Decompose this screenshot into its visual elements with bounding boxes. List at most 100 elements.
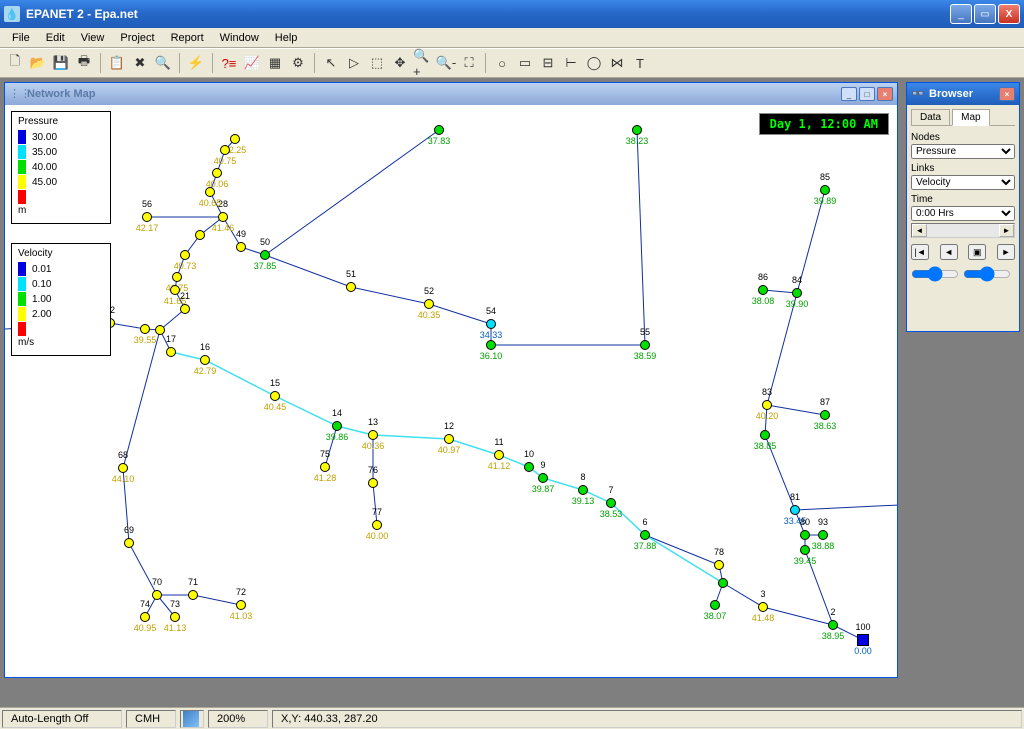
pipe-icon[interactable]: ⊢ [560, 52, 582, 74]
node-unnamed[interactable] [760, 430, 770, 440]
delete-icon[interactable]: ✖ [129, 52, 151, 74]
node-86[interactable] [758, 285, 768, 295]
tab-map[interactable]: Map [952, 109, 989, 126]
node-unnamed[interactable] [172, 272, 182, 282]
node-81[interactable] [790, 505, 800, 515]
links-combo[interactable]: Velocity [911, 175, 1015, 190]
node-28[interactable] [218, 212, 228, 222]
open-icon[interactable]: 📂 [27, 52, 49, 74]
node-77[interactable] [372, 520, 382, 530]
node-75[interactable] [320, 462, 330, 472]
map-min-button[interactable]: _ [841, 87, 857, 101]
node-54[interactable] [486, 319, 496, 329]
node-unnamed[interactable] [195, 230, 205, 240]
pressure-legend[interactable]: Pressure 30.0035.0040.0045.00 m [11, 111, 111, 224]
node-17[interactable] [166, 347, 176, 357]
node-72[interactable] [236, 600, 246, 610]
node-73[interactable] [170, 612, 180, 622]
node-unnamed[interactable] [155, 325, 165, 335]
node-10[interactable] [524, 462, 534, 472]
node-unnamed[interactable] [205, 187, 215, 197]
stop-button[interactable]: ▣ [968, 244, 986, 260]
close-button[interactable]: X [998, 4, 1020, 24]
back-button[interactable]: ◄ [940, 244, 958, 260]
node-69[interactable] [124, 538, 134, 548]
new-icon[interactable]: 🗋 [4, 52, 26, 74]
zoomout-icon[interactable]: 🔍- [435, 52, 457, 74]
map-close-button[interactable]: × [877, 87, 893, 101]
menu-report[interactable]: Report [163, 30, 212, 46]
node-unnamed[interactable] [486, 340, 496, 350]
node-8[interactable] [578, 485, 588, 495]
map-canvas[interactable]: 5642.172841.4642.2540.7540.0640.65495037… [5, 105, 897, 677]
run-icon[interactable]: ⚡ [185, 52, 207, 74]
node-74[interactable] [140, 612, 150, 622]
node-71[interactable] [188, 590, 198, 600]
speed-slider-1[interactable] [911, 266, 959, 282]
fullextent-icon[interactable]: ⛶ [458, 52, 480, 74]
node-2[interactable] [828, 620, 838, 630]
node-16[interactable] [200, 355, 210, 365]
node-52[interactable] [424, 299, 434, 309]
minimize-button[interactable]: _ [950, 4, 972, 24]
node-70[interactable] [152, 590, 162, 600]
node-83[interactable] [762, 400, 772, 410]
tab-data[interactable]: Data [911, 109, 950, 125]
copy-icon[interactable]: 📋 [106, 52, 128, 74]
node-80[interactable] [800, 530, 810, 540]
browser-titlebar[interactable]: 👓 Browser × [907, 83, 1019, 105]
node-11[interactable] [494, 450, 504, 460]
find-icon[interactable]: 🔍 [152, 52, 174, 74]
node-76[interactable] [368, 478, 378, 488]
node-85[interactable] [820, 185, 830, 195]
reservoir-icon[interactable]: ▭ [514, 52, 536, 74]
node-12[interactable] [444, 434, 454, 444]
menu-project[interactable]: Project [112, 30, 162, 46]
select-icon[interactable]: ↖ [320, 52, 342, 74]
menu-window[interactable]: Window [212, 30, 267, 46]
nodes-combo[interactable]: Pressure [911, 144, 1015, 159]
query-icon[interactable]: ?≡ [218, 52, 240, 74]
node-49[interactable] [236, 242, 246, 252]
node-unnamed[interactable] [632, 125, 642, 135]
map-max-button[interactable]: □ [859, 87, 875, 101]
save-icon[interactable]: 💾 [50, 52, 72, 74]
node-7[interactable] [606, 498, 616, 508]
scroll-right-icon[interactable]: ► [999, 224, 1014, 237]
rewind-button[interactable]: |◄ [911, 244, 929, 260]
node-78[interactable] [714, 560, 724, 570]
node-93[interactable] [818, 530, 828, 540]
label-icon[interactable]: T [629, 52, 651, 74]
node-51[interactable] [346, 282, 356, 292]
speed-slider-2[interactable] [963, 266, 1011, 282]
node-3[interactable] [758, 602, 768, 612]
pump-icon[interactable]: ◯ [583, 52, 605, 74]
menu-edit[interactable]: Edit [38, 30, 73, 46]
node-unnamed[interactable] [170, 285, 180, 295]
node-unnamed[interactable] [718, 578, 728, 588]
node-unnamed[interactable] [710, 600, 720, 610]
pan-icon[interactable]: ✥ [389, 52, 411, 74]
time-combo[interactable]: 0:00 Hrs [911, 206, 1015, 221]
node-6[interactable] [640, 530, 650, 540]
node-13[interactable] [368, 430, 378, 440]
node-unnamed[interactable] [434, 125, 444, 135]
junction-icon[interactable]: ○ [491, 52, 513, 74]
time-scrollbar[interactable]: ◄ ► [911, 223, 1015, 238]
node-unnamed[interactable] [140, 324, 150, 334]
graph-icon[interactable]: 📈 [241, 52, 263, 74]
browser-close-button[interactable]: × [999, 87, 1015, 101]
node-unnamed[interactable] [212, 168, 222, 178]
node-14[interactable] [332, 421, 342, 431]
node-unnamed[interactable] [180, 250, 190, 260]
print-icon[interactable]: 🖶 [73, 52, 95, 74]
zoomin-icon[interactable]: 🔍+ [412, 52, 434, 74]
node-unnamed[interactable] [800, 545, 810, 555]
table-icon[interactable]: ▦ [264, 52, 286, 74]
node-84[interactable] [792, 288, 802, 298]
node-21[interactable] [180, 304, 190, 314]
velocity-legend[interactable]: Velocity 0.010.101.002.00 m/s [11, 243, 111, 356]
scroll-left-icon[interactable]: ◄ [912, 224, 927, 237]
node-56[interactable] [142, 212, 152, 222]
node-15[interactable] [270, 391, 280, 401]
